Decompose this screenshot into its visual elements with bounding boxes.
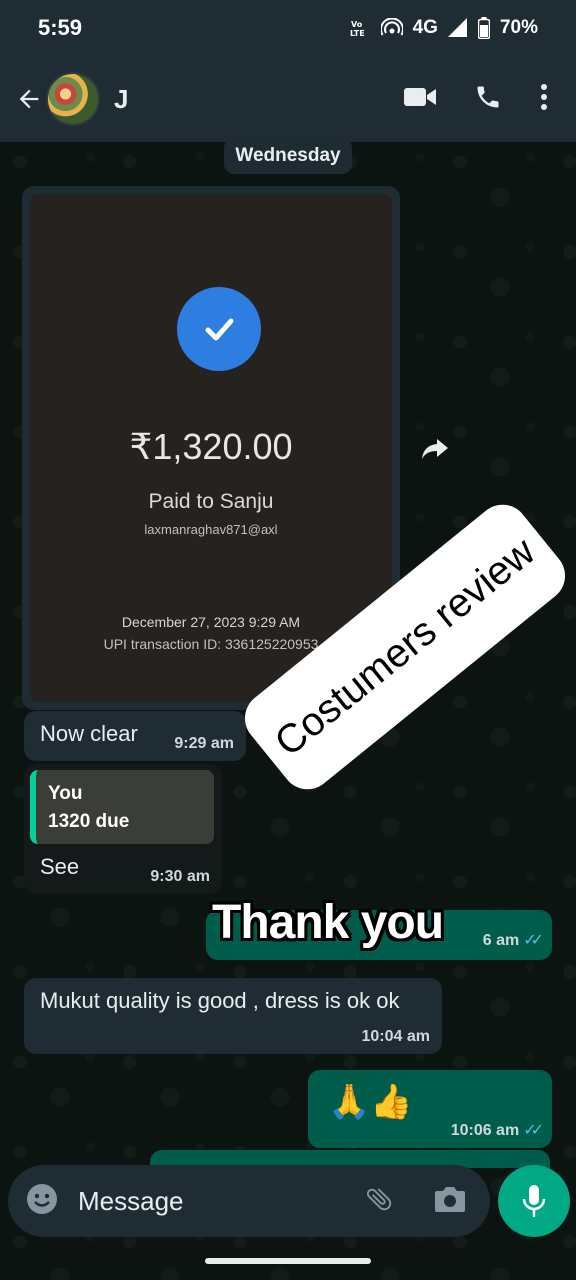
message-time-wrap: 10:06 am ✓✓: [450, 1120, 544, 1140]
phone-icon: [477, 86, 499, 107]
camera-icon: [435, 1186, 465, 1212]
battery-percent: 70%: [499, 17, 538, 38]
message-time: 9:29 am: [174, 735, 234, 752]
read-ticks-icon: ✓✓: [523, 932, 544, 949]
message-outgoing[interactable]: 🙏👍 10:06 am ✓✓: [308, 1070, 552, 1148]
battery-icon: [477, 17, 490, 39]
message-emoji: 🙏👍: [328, 1083, 413, 1121]
paperclip-icon: [366, 1187, 392, 1210]
emoji-icon: [27, 1183, 57, 1214]
message-time: 10:06 am: [450, 1122, 520, 1139]
microphone-icon: [522, 1185, 546, 1217]
message-time: 10:04 am: [361, 1028, 431, 1045]
read-ticks-icon: ✓✓: [523, 1122, 544, 1139]
message-text: Mukut quality is good , dress is ok ok: [40, 988, 400, 1013]
chat-header: J: [0, 56, 576, 142]
status-bar: 5:59 Vo LTE 4G 70%: [0, 0, 576, 56]
camera-button[interactable]: [434, 1185, 466, 1218]
gesture-nav-handle[interactable]: [205, 1258, 371, 1264]
message-incoming[interactable]: Mukut quality is good , dress is ok ok 1…: [24, 978, 442, 1054]
back-button[interactable]: [14, 79, 44, 119]
payment-recipient: Paid to Sanju: [148, 490, 274, 513]
emoji-button[interactable]: [26, 1183, 58, 1220]
message-time: 6 am: [482, 932, 520, 949]
message-input-bar: Message: [8, 1165, 490, 1237]
attach-button[interactable]: [364, 1184, 394, 1219]
payment-screenshot: ₹1,320.00 Paid to Sanju laxmanraghav871@…: [30, 194, 392, 702]
svg-text:LTE: LTE: [350, 29, 365, 37]
video-camera-icon: [404, 87, 436, 106]
payment-amount: ₹1,320.00: [129, 426, 293, 467]
quoted-text: 1320 due: [48, 811, 130, 832]
hotspot-icon: [380, 18, 403, 38]
network-type: 4G: [412, 17, 438, 38]
contact-avatar[interactable]: [46, 72, 100, 126]
message-input[interactable]: Message: [78, 1186, 364, 1217]
status-time: 5:59: [38, 15, 83, 40]
arrow-left-icon: [19, 89, 39, 109]
message-text: See: [40, 854, 80, 879]
forward-button[interactable]: [418, 434, 452, 464]
message-time-wrap: 6 am ✓✓: [482, 930, 544, 950]
quoted-author: You: [48, 783, 83, 804]
forward-icon: [422, 439, 448, 459]
message-incoming[interactable]: Now clear 9:29 am: [24, 711, 246, 761]
svg-text:Vo: Vo: [351, 20, 363, 29]
payment-date: December 27, 2023 9:29 AM: [121, 614, 301, 630]
contact-name[interactable]: J: [114, 84, 404, 115]
voice-record-button[interactable]: [498, 1165, 570, 1237]
message-incoming-reply[interactable]: You 1320 due See 9:30 am: [24, 764, 222, 894]
date-chip: Wednesday: [224, 138, 352, 174]
message-time: 9:30 am: [150, 868, 210, 885]
volte-icon: Vo LTE: [349, 19, 371, 37]
payment-upi-id: laxmanraghav871@axl: [144, 522, 278, 537]
voice-call-button[interactable]: [474, 83, 502, 116]
status-icons: Vo LTE 4G 70%: [349, 17, 538, 39]
signal-icon: [447, 18, 468, 38]
video-call-button[interactable]: [404, 86, 436, 113]
message-text: Now clear: [40, 721, 138, 746]
quoted-message[interactable]: You 1320 due: [30, 770, 214, 844]
more-vertical-icon: [541, 83, 547, 110]
check-circle-icon: [177, 287, 261, 371]
more-options-button[interactable]: [540, 83, 548, 115]
thank-you-overlay: Thank you: [212, 896, 444, 949]
